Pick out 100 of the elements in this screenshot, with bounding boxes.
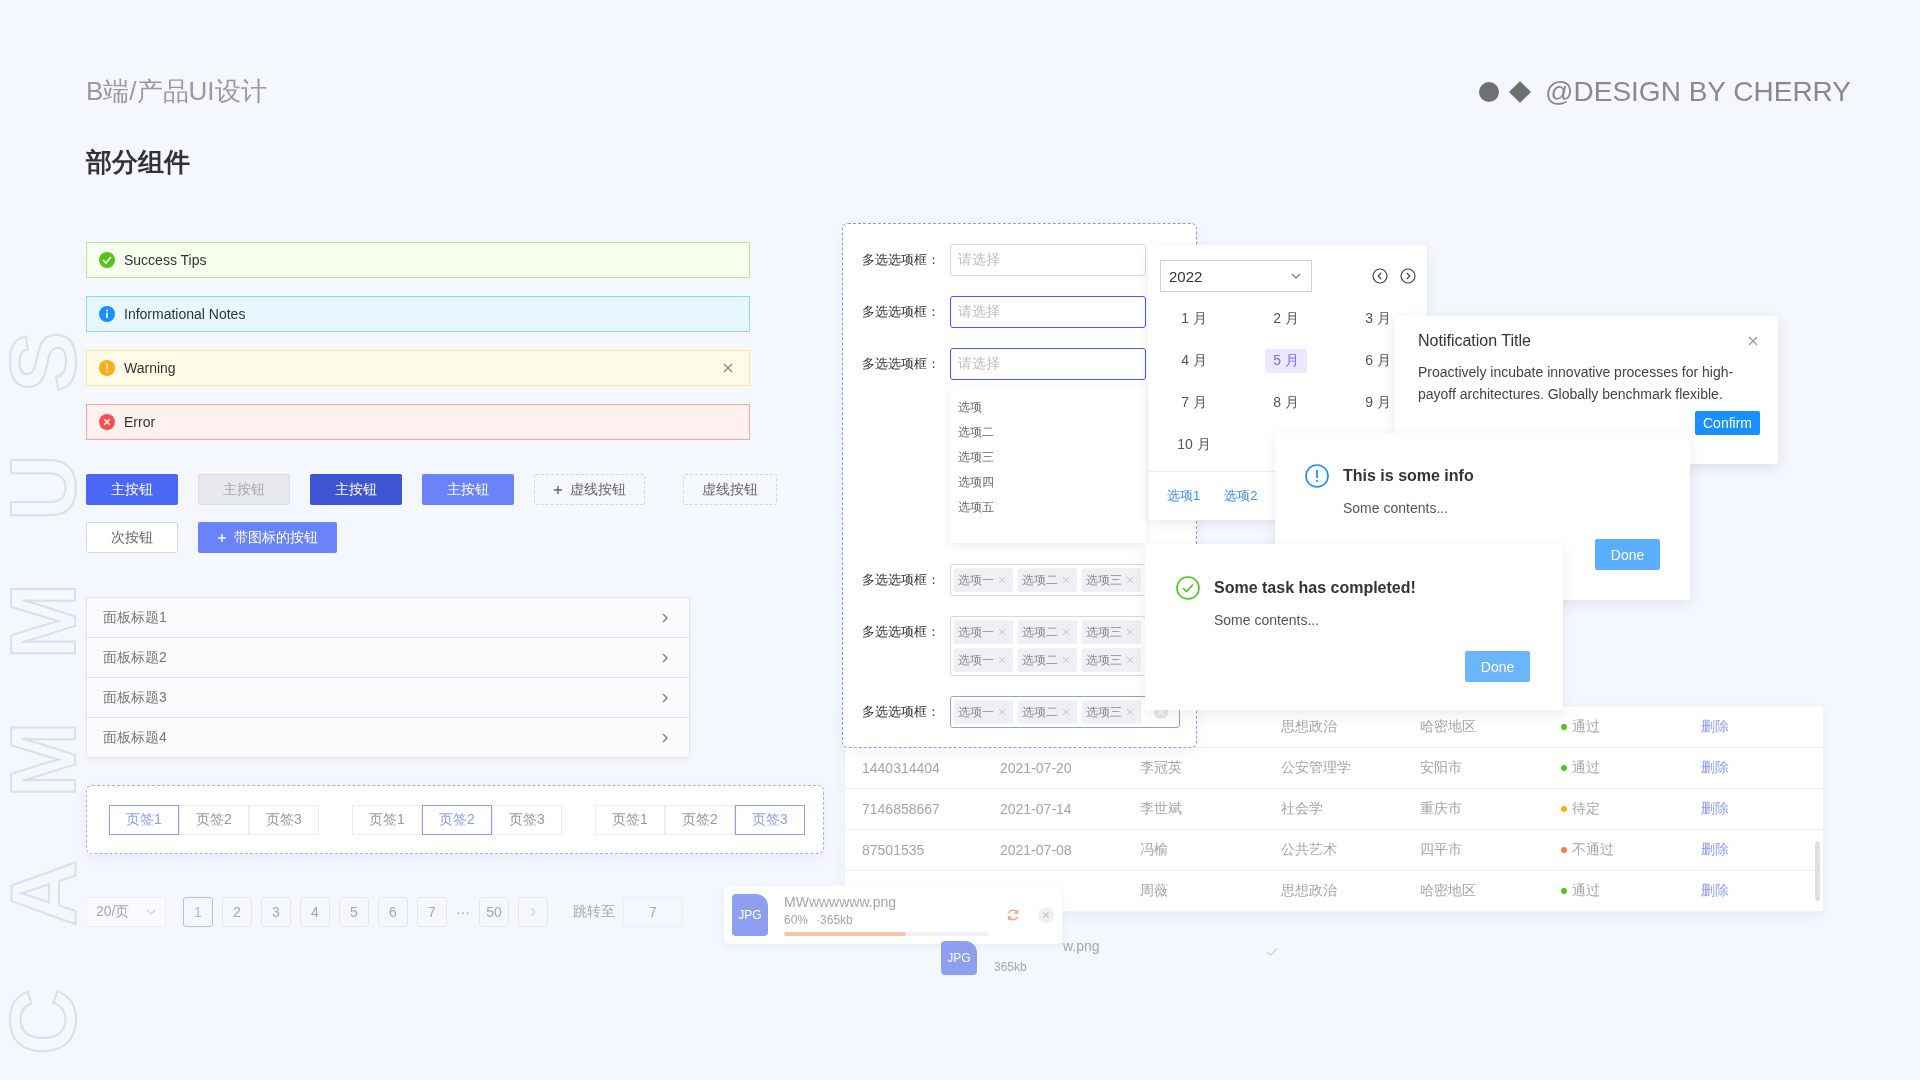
page-button[interactable]: 3 (261, 897, 291, 927)
tab[interactable]: 页签1 (109, 804, 179, 835)
close-icon[interactable] (998, 628, 1006, 636)
field-label: 多选选项框： (862, 571, 941, 589)
page-button[interactable]: 5 (339, 897, 369, 927)
select-field[interactable]: 请选择 (950, 296, 1146, 328)
close-icon[interactable] (1126, 656, 1134, 664)
page-button[interactable]: 7 (417, 897, 447, 927)
field-label: 多选选项框： (862, 623, 941, 641)
table-cell-text: 思想政治 (1281, 882, 1338, 900)
dropdown-option[interactable]: 选项二 (958, 425, 1146, 450)
tab[interactable]: 页签2 (665, 804, 735, 835)
select-field[interactable]: 请选择 (950, 348, 1146, 380)
tab[interactable]: 页签2 (422, 804, 492, 835)
next-page-button[interactable] (518, 897, 548, 927)
close-icon[interactable] (1062, 656, 1070, 664)
button[interactable]: 主按钮 (86, 474, 178, 505)
status-text: 通过 (1572, 882, 1600, 900)
done-button[interactable]: Done (1595, 539, 1660, 570)
delete-link[interactable]: 删除 (1701, 882, 1729, 898)
close-icon[interactable] (1062, 628, 1070, 636)
close-icon[interactable] (998, 708, 1006, 716)
month-cell[interactable]: 1 月 (1173, 307, 1215, 331)
dropdown-option[interactable]: 选项四 (958, 475, 1146, 500)
tab[interactable]: 页签1 (352, 804, 422, 835)
previous-icon[interactable] (1372, 268, 1388, 284)
button[interactable]: 次按钮 (86, 522, 178, 553)
page-title: B端/产品UI设计 (86, 75, 267, 108)
close-icon[interactable] (1126, 708, 1134, 716)
tab[interactable]: 页签3 (249, 804, 319, 835)
refresh-icon[interactable] (1006, 908, 1020, 922)
page-button[interactable]: 4 (300, 897, 330, 927)
status-text: 不通过 (1572, 841, 1614, 859)
table-cell-text: 李世斌 (1140, 800, 1183, 818)
month-cell[interactable]: 5 月 (1265, 349, 1307, 373)
month-cell[interactable]: 2 月 (1265, 307, 1307, 331)
close-icon[interactable] (1746, 334, 1760, 348)
page-button[interactable]: 2 (222, 897, 252, 927)
page-button[interactable]: 6 (378, 897, 408, 927)
dialog-title: Some task has completed! (1214, 579, 1416, 597)
dropdown-option[interactable]: 选项 (958, 400, 1146, 425)
tab[interactable]: 页签3 (735, 804, 805, 835)
close-icon[interactable] (998, 656, 1006, 664)
table-cell-text: 安阳市 (1420, 759, 1463, 777)
tab[interactable]: 页签2 (179, 804, 249, 835)
link[interactable]: 选项1 (1167, 487, 1201, 505)
close-icon[interactable] (1126, 628, 1134, 636)
delete-link[interactable]: 删除 (1701, 841, 1729, 857)
collapse-header[interactable]: 面板标题1 (87, 598, 689, 637)
done-button[interactable]: Done (1465, 651, 1530, 682)
month-cell[interactable]: 7 月 (1173, 391, 1215, 415)
button[interactable]: 带图标的按钮 (198, 522, 337, 553)
close-icon[interactable] (721, 361, 735, 375)
month-cell[interactable]: 3 月 (1357, 307, 1399, 331)
month-cell[interactable]: 10 月 (1169, 433, 1219, 457)
collapse-header[interactable]: 面板标题3 (87, 677, 689, 717)
collapse-header[interactable]: 面板标题4 (87, 717, 689, 757)
collapse-header[interactable]: 面板标题2 (87, 637, 689, 677)
button[interactable]: 虚线按钮 (683, 474, 777, 505)
tab[interactable]: 页签1 (595, 804, 665, 835)
alert-text: Warning (124, 360, 177, 376)
multi-select-field[interactable]: 选项一 选项二 选项三 选项一 选项二 选项三 (950, 616, 1146, 676)
close-icon[interactable] (1062, 708, 1070, 716)
month-cell[interactable]: 8 月 (1265, 391, 1307, 415)
close-icon[interactable] (998, 576, 1006, 584)
close-icon[interactable] (1038, 907, 1054, 923)
table-cell-text: 思想政治 (1281, 718, 1338, 736)
tag-text: 选项二 (1022, 623, 1058, 641)
dropdown-option[interactable]: 选项三 (958, 450, 1146, 475)
close-icon[interactable] (1062, 576, 1070, 584)
button[interactable]: 主按钮 (422, 474, 514, 505)
section-title: 部分组件 (86, 146, 191, 179)
button[interactable]: 虚线按钮 (534, 474, 645, 505)
month-cell[interactable]: 4 月 (1173, 349, 1215, 373)
tab[interactable]: 页签3 (492, 804, 562, 835)
link[interactable]: 选项2 (1224, 487, 1258, 505)
table-cell-text: 周薇 (1140, 882, 1169, 900)
page-size-select[interactable]: 20/页 (86, 897, 166, 927)
close-icon[interactable] (1126, 576, 1134, 584)
table-cell-text: 2021-07-08 (1000, 842, 1073, 858)
month-cell[interactable]: 6 月 (1357, 349, 1399, 373)
month-cell[interactable]: 9 月 (1357, 391, 1399, 415)
multi-select-field[interactable]: 选项一 选项二 选项三 (950, 564, 1146, 596)
page-button[interactable]: 50 (479, 897, 509, 927)
next-icon[interactable] (1400, 268, 1416, 284)
confirm-button[interactable]: Confirm (1695, 411, 1760, 435)
scrollbar[interactable] (1815, 841, 1820, 901)
dialog-text: Some contents... (1343, 500, 1450, 516)
delete-link[interactable]: 删除 (1701, 800, 1729, 816)
notification-title: Notification Title (1418, 332, 1531, 350)
dropdown-option[interactable]: 选项五 (958, 500, 1146, 525)
select-field[interactable]: 请选择 (950, 244, 1146, 276)
button[interactable]: 主按钮 (310, 474, 402, 505)
delete-link[interactable]: 删除 (1701, 718, 1729, 734)
table-cell-text: 2021-07-20 (1000, 760, 1073, 776)
delete-link[interactable]: 删除 (1701, 759, 1729, 775)
jump-input[interactable]: 7 (623, 897, 683, 927)
year-select[interactable]: 2022 (1160, 260, 1312, 292)
file-size: 365kb (994, 960, 1027, 974)
page-button[interactable]: 1 (183, 897, 213, 927)
